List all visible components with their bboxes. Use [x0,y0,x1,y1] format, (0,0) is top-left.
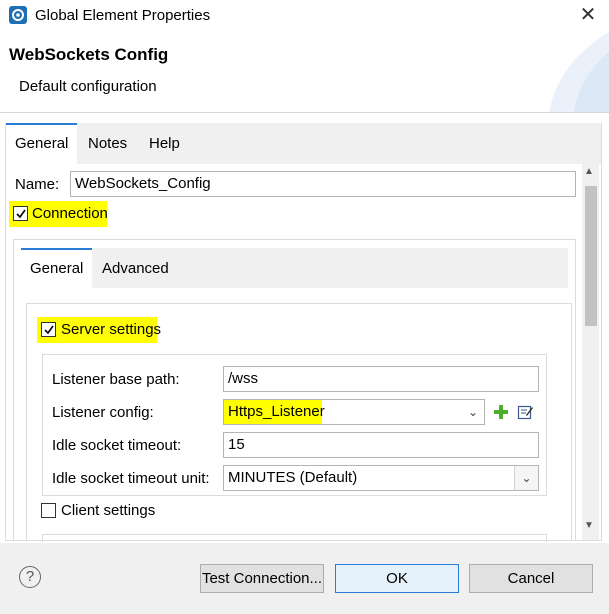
idle-socket-timeout-label: Idle socket timeout: [52,437,182,454]
listener-config-combo[interactable]: Https_Listener ⌄ [223,399,485,425]
idle-socket-timeout-input[interactable]: 15 [223,432,539,458]
page-subtitle: Default configuration [19,78,157,95]
listener-config-value: Https_Listener [228,403,325,420]
connection-checkbox[interactable] [13,206,28,221]
listener-base-path-label: Listener base path: [52,371,180,388]
server-settings-checkbox[interactable] [41,322,56,337]
tab-notes[interactable]: Notes [79,123,136,164]
header-divider [0,112,609,113]
listener-base-path-input[interactable]: /wss [223,366,539,392]
close-icon[interactable]: ✕ [577,4,599,26]
chevron-down-icon[interactable]: ⌄ [514,466,538,490]
listener-config-label: Listener config: [52,404,154,421]
name-label: Name: [15,176,60,193]
edit-icon[interactable] [517,404,533,420]
outer-tab-bar: General Notes Help [6,123,601,164]
scrollbar-thumb[interactable] [585,186,597,326]
tab-general[interactable]: General [6,123,78,164]
test-connection-button[interactable]: Test Connection... [200,564,324,593]
name-input[interactable]: WebSockets_Config [70,171,576,197]
inner-tab-general[interactable]: General [21,248,93,288]
client-settings-label: Client settings [61,502,156,519]
title-bar: Global Element Properties ✕ [0,0,609,32]
client-settings-checkbox[interactable] [41,503,56,518]
ok-button[interactable]: OK [335,564,459,593]
inner-tab-bar: General Advanced [21,248,568,288]
check-icon [16,209,26,219]
chevron-down-icon[interactable]: ⌄ [468,400,478,424]
header-decoration [549,32,609,112]
page-title: WebSockets Config [9,45,169,64]
help-icon[interactable]: ? [19,566,41,588]
idle-socket-timeout-unit-label: Idle socket timeout unit: [52,470,210,487]
app-icon [9,6,27,24]
inner-tab-advanced[interactable]: Advanced [93,248,178,288]
dialog-header: WebSockets Config Default configuration [0,32,609,112]
client-settings-group [42,534,547,542]
idle-socket-timeout-unit-select[interactable]: MINUTES (Default) ⌄ [223,465,539,491]
plus-icon[interactable] [493,404,509,420]
server-settings-label: Server settings [61,321,162,338]
window-title: Global Element Properties [35,7,211,24]
idle-socket-timeout-unit-value: MINUTES (Default) [228,469,358,486]
scroll-down-icon[interactable]: ▼ [584,520,594,531]
connection-label: Connection [32,205,108,222]
scroll-up-icon[interactable]: ▲ [584,166,594,177]
cancel-button[interactable]: Cancel [469,564,593,593]
tab-help[interactable]: Help [140,123,189,164]
check-icon [44,325,54,335]
